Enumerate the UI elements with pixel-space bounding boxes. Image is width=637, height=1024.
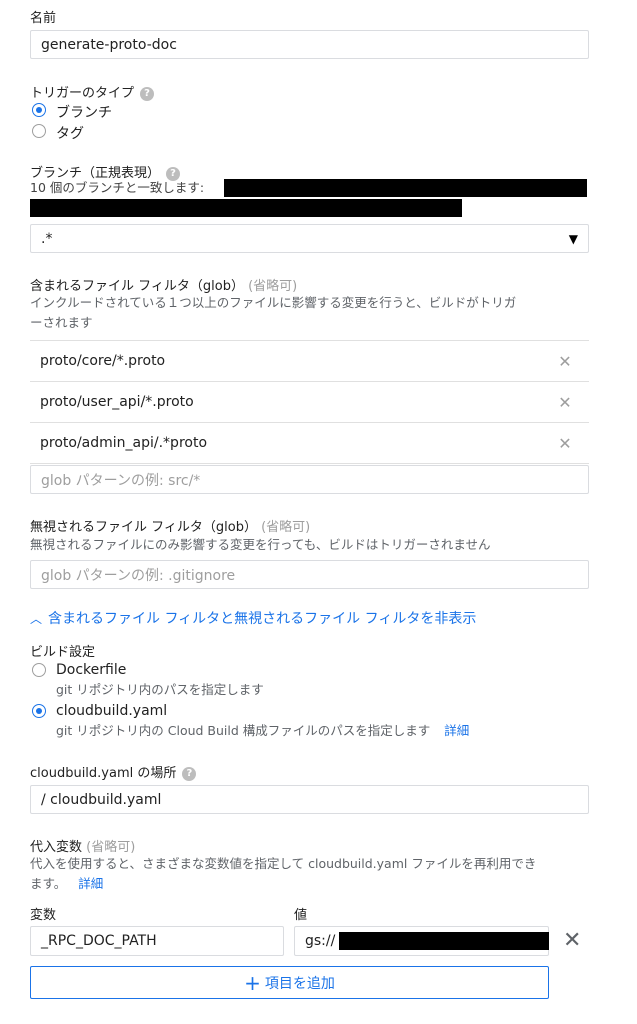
substitutions-header: 代入変数 (省略可) — [30, 836, 135, 855]
ignored-filter-label: 無視されるファイル フィルタ（glob） — [30, 520, 257, 535]
included-filter-optional: (省略可) — [248, 279, 298, 294]
included-filter-item-text: proto/admin_api/.*proto — [40, 435, 208, 451]
included-filter-item: proto/admin_api/.*proto ✕ — [30, 422, 589, 464]
help-icon[interactable]: ? — [182, 766, 197, 781]
included-filter-header: 含まれるファイル フィルタ（glob） (省略可) — [30, 275, 297, 294]
ignored-filter-description: 無視されるファイルにのみ影響する変更を行っても、ビルドはトリガーされません — [30, 537, 491, 552]
cloudbuild-description: git リポジトリ内の Cloud Build 構成ファイルのパスを指定します — [56, 723, 431, 738]
substitutions-details-link[interactable]: 詳細 — [78, 876, 103, 891]
name-label: 名前 — [30, 11, 57, 26]
redacted-block — [339, 932, 549, 950]
dropdown-arrow-icon: ▼ — [568, 231, 578, 246]
ignored-filter-optional: (省略可) — [261, 520, 311, 535]
close-icon[interactable]: ✕ — [555, 352, 575, 371]
variable-header: 変数 — [30, 908, 57, 923]
substitutions-optional: (省略可) — [86, 840, 136, 855]
radio-dockerfile[interactable] — [32, 663, 46, 677]
name-input[interactable]: generate-proto-doc — [30, 30, 589, 59]
branch-regex-select[interactable]: .* ▼ — [30, 224, 589, 253]
branch-matches-text: 10 個のブランチと一致します: — [30, 180, 205, 195]
included-filter-item-text: proto/user_api/*.proto — [40, 394, 194, 410]
included-filter-item-text: proto/core/*.proto — [40, 353, 166, 369]
included-filter-description-line2: ーされます — [30, 315, 93, 330]
trigger-type-label: トリガーのタイプ — [30, 86, 135, 101]
ignored-filter-header: 無視されるファイル フィルタ（glob） (省略可) — [30, 516, 310, 535]
help-icon[interactable]: ? — [140, 86, 155, 101]
substitutions-description-line1: 代入を使用すると、さまざまな変数値を指定して cloudbuild.yaml フ… — [30, 856, 537, 871]
radio-tag-label: タグ — [56, 126, 84, 142]
substitutions-label: 代入変数 — [30, 840, 83, 855]
plus-icon: + — [244, 970, 261, 995]
branch-regex-value: .* — [41, 230, 53, 247]
value-prefix: gs:// — [305, 933, 336, 949]
included-filter-description: インクルードされている１つ以上のファイルに影響する変更を行うと、ビルドがトリガ … — [30, 293, 590, 333]
chevron-up-icon: ︿ — [30, 612, 43, 626]
add-item-label: 項目を追加 — [264, 975, 335, 992]
hide-filters-label: 含まれるファイル フィルタと無視されるファイル フィルタを非表示 — [48, 611, 477, 627]
included-filter-item: proto/core/*.proto ✕ — [30, 340, 589, 381]
trigger-type-header: トリガーのタイプ? — [30, 82, 155, 101]
radio-branch-label: ブランチ — [56, 105, 112, 121]
close-icon[interactable]: ✕ — [563, 928, 581, 954]
redacted-block — [224, 179, 587, 197]
included-filter-item: proto/user_api/*.proto ✕ — [30, 381, 589, 422]
radio-dockerfile-label: Dockerfile — [56, 662, 127, 678]
radio-cloudbuild[interactable] — [32, 704, 46, 718]
cloudbuild-location-header: cloudbuild.yaml の場所? — [30, 762, 197, 781]
included-filter-label: 含まれるファイル フィルタ（glob） — [30, 279, 244, 294]
radio-tag[interactable] — [32, 124, 46, 138]
cloudbuild-location-input[interactable]: / cloudbuild.yaml — [30, 785, 589, 814]
details-link[interactable]: 詳細 — [444, 723, 469, 738]
radio-branch[interactable] — [32, 103, 46, 117]
substitutions-description-line2: ます。 — [30, 876, 67, 891]
included-filter-description-line1: インクルードされている１つ以上のファイルに影響する変更を行うと、ビルドがトリガ — [30, 295, 517, 310]
included-filter-input[interactable]: glob パターンの例: src/* — [30, 465, 589, 494]
add-item-button[interactable]: + 項目を追加 — [30, 966, 549, 999]
dockerfile-description: git リポジトリ内のパスを指定します — [56, 682, 264, 697]
hide-filters-toggle[interactable]: ︿ 含まれるファイル フィルタと無視されるファイル フィルタを非表示 — [30, 608, 476, 628]
close-icon[interactable]: ✕ — [555, 434, 575, 453]
redacted-block — [30, 199, 462, 217]
build-config-label: ビルド設定 — [30, 645, 96, 660]
cloudbuild-location-label: cloudbuild.yaml の場所 — [30, 766, 177, 781]
variable-input[interactable]: _RPC_DOC_PATH — [30, 926, 284, 956]
substitutions-description: 代入を使用すると、さまざまな変数値を指定して cloudbuild.yaml フ… — [30, 854, 600, 894]
close-icon[interactable]: ✕ — [555, 393, 575, 412]
value-header: 値 — [294, 908, 308, 923]
ignored-filter-input[interactable]: glob パターンの例: .gitignore — [30, 560, 589, 589]
radio-cloudbuild-label: cloudbuild.yaml — [56, 703, 168, 719]
cloudbuild-description-wrap: git リポジトリ内の Cloud Build 構成ファイルのパスを指定します … — [56, 721, 469, 741]
